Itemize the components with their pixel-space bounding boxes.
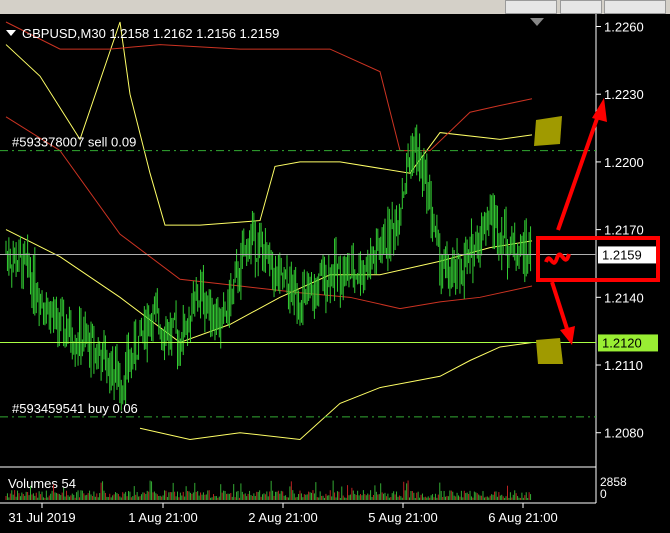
- price-tick-label: 1.2140: [604, 290, 644, 305]
- envelope-upper: [5, 21, 533, 152]
- volumes-label: Volumes 54: [8, 476, 76, 491]
- price-tick-label: 1.2080: [604, 426, 644, 441]
- volume-axis-min: 0: [600, 487, 607, 501]
- volume-bars: [5, 480, 532, 500]
- upper-target-marker: [534, 116, 562, 146]
- price-tick-label: 1.2260: [604, 20, 644, 35]
- price-tick-label: 1.2110: [604, 358, 643, 373]
- time-tick-label: 2 Aug 21:00: [248, 510, 317, 525]
- up-arrow-shaft: [556, 109, 602, 231]
- time-tick-label: 1 Aug 21:00: [128, 510, 197, 525]
- candlesticks: [5, 124, 532, 411]
- chart-shift-marker-icon[interactable]: [530, 18, 544, 26]
- current-price-label: 1.2159: [602, 247, 642, 262]
- price-tick-label: 1.2170: [604, 223, 644, 238]
- sell-order-label: #593378007 sell 0.09: [12, 135, 136, 150]
- price-axis: 1.2260 1.2230 1.2200 1.2170 1.2140 1.2110 1.20…: [596, 20, 644, 441]
- indicator-lines: [5, 21, 533, 441]
- bollinger-upper: [5, 21, 533, 226]
- time-axis: 31 Jul 2019 1 Aug 21:00 2 Aug 21:00 5 Aug 2…: [8, 503, 558, 525]
- chart-header: GBPUSD,M30 1.2158 1.2162 1.2156 1.2159: [22, 26, 279, 41]
- lower-target-marker: [536, 338, 563, 364]
- price-tick-label: 1.2230: [604, 87, 644, 102]
- price-squiggle: [544, 252, 571, 265]
- time-tick-label: 31 Jul 2019: [8, 510, 75, 525]
- time-tick-label: 5 Aug 21:00: [368, 510, 437, 525]
- trading-chart-window[interactable]: #593378007 sell 0.09 #593459541 buy 0.06…: [0, 0, 670, 533]
- down-arrow-shaft: [550, 281, 570, 333]
- time-tick-label: 6 Aug 21:00: [488, 510, 557, 525]
- bollinger-lower: [139, 341, 533, 441]
- price-chart[interactable]: #593378007 sell 0.09 #593459541 buy 0.06…: [0, 0, 670, 533]
- price-tick-label: 1.2200: [604, 155, 644, 170]
- hline-price-label: 1.2120: [602, 335, 642, 350]
- chart-menu-triangle-icon[interactable]: [6, 30, 16, 36]
- buy-order-label: #593459541 buy 0.06: [12, 401, 138, 416]
